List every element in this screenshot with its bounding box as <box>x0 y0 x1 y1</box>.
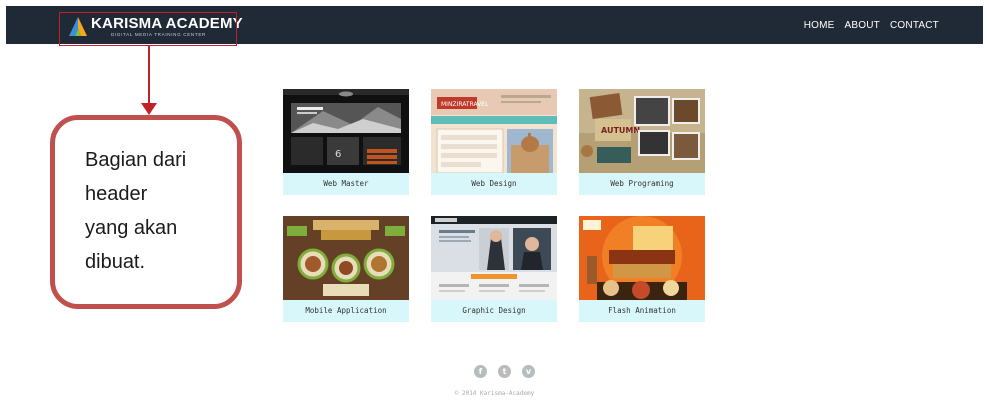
card-caption: Mobile Application <box>305 306 387 315</box>
callout-line: dibuat. <box>85 251 146 273</box>
thumbnail-graphic-design <box>431 216 557 300</box>
thumbnail-flash-animation <box>579 216 705 300</box>
portfolio-card-graphic-design[interactable]: Graphic Design <box>431 216 557 322</box>
svg-text:MINZIRATRAVEL: MINZIRATRAVEL <box>441 101 489 108</box>
main-nav: HOME ABOUT CONTACT <box>804 20 939 31</box>
svg-text:AUTUMN: AUTUMN <box>601 126 640 135</box>
portfolio-card-mobile-application[interactable]: Mobile Application <box>283 216 409 322</box>
callout-line: Bagian dari <box>85 149 187 171</box>
thumbnail-web-design: MINZIRATRAVEL <box>431 89 557 173</box>
portfolio-card-web-programing[interactable]: AUTUMN Web Programing <box>579 89 705 195</box>
annotation-arrow-head-icon <box>141 103 157 115</box>
social-links: f t v <box>474 365 535 378</box>
svg-text:6: 6 <box>335 149 341 160</box>
twitter-icon[interactable]: t <box>498 365 511 378</box>
nav-contact-link[interactable]: CONTACT <box>890 20 939 31</box>
card-caption: Web Programing <box>610 179 674 188</box>
nav-about-link[interactable]: ABOUT <box>845 20 880 31</box>
vimeo-icon[interactable]: v <box>522 365 535 378</box>
header-highlight-box <box>59 12 237 46</box>
thumbnail-mobile-application <box>283 216 409 300</box>
callout-line: yang akan <box>85 217 178 239</box>
thumbnail-web-programing: AUTUMN <box>579 89 705 173</box>
annotation-arrow-line <box>148 46 150 104</box>
annotation-callout: Bagian dari header yang akan dibuat. <box>50 115 242 309</box>
card-caption: Web Master <box>323 179 369 188</box>
callout-text: Bagian dari header yang akan dibuat. <box>85 143 235 279</box>
facebook-icon[interactable]: f <box>474 365 487 378</box>
callout-line: header <box>85 183 148 205</box>
portfolio-card-web-design[interactable]: MINZIRATRAVEL Web Design <box>431 89 557 195</box>
card-caption: Graphic Design <box>462 306 526 315</box>
thumbnail-web-master: 6 <box>283 89 409 173</box>
copyright-text: © 2014 Karisma-Academy <box>454 390 535 397</box>
nav-home-link[interactable]: HOME <box>804 20 835 31</box>
portfolio-card-flash-animation[interactable]: Flash Animation <box>579 216 705 322</box>
card-caption: Web Design <box>471 179 517 188</box>
card-caption: Flash Animation <box>608 306 676 315</box>
portfolio-card-web-master[interactable]: 6 Web Master <box>283 89 409 195</box>
